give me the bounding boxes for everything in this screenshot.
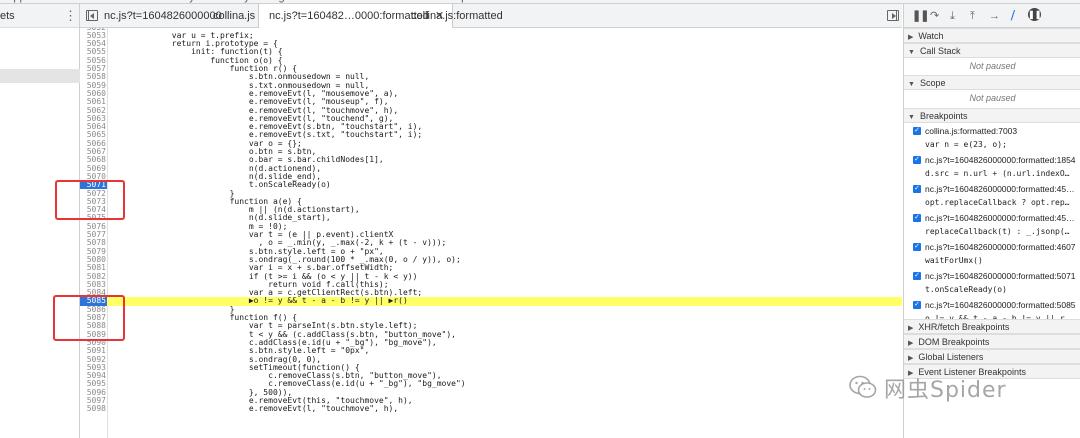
breakpoint-snippet[interactable]: opt.replaceCallback ? opt.rep…: [925, 198, 1070, 207]
editor-tab-bar: nc.js?t=1604826000000 collina.js nc.js?t…: [80, 4, 902, 29]
call-stack-not-paused: Not paused: [969, 61, 1016, 71]
expand-arrow-icon: ▶: [908, 355, 914, 362]
breakpoint-location[interactable]: collina.js:formatted:7003: [925, 126, 1017, 136]
breakpoint-snippet[interactable]: t.onScaleReady(o): [925, 285, 1007, 294]
breakpoint-snippet[interactable]: d.src = n.url + (n.url.indexO…: [925, 169, 1070, 178]
panel-tab[interactable]: EditThisCookie: [336, 0, 410, 3]
panel-tab[interactable]: Memory: [155, 0, 195, 3]
section-title: DOM Breakpoints: [918, 337, 990, 347]
breakpoint-location[interactable]: nc.js?t=1604826000000:formatted:4607: [925, 242, 1076, 252]
expand-arrow-icon: ▶: [908, 34, 914, 41]
wechat-logo-icon: [849, 375, 877, 398]
breakpoint-location[interactable]: nc.js?t=1604826000000:formatted:45…: [925, 213, 1075, 223]
section-title: Global Listeners: [918, 352, 984, 362]
breakpoint-snippet[interactable]: replaceCallback(t) : _.jsonp(…: [925, 227, 1070, 236]
navigator-label: ets: [0, 10, 15, 22]
step-into-icon[interactable]: ⤓: [950, 8, 955, 24]
section-title: XHR/fetch Breakpoints: [918, 322, 1010, 332]
more-options-icon[interactable]: ⋮: [64, 8, 77, 24]
tab-label: collina.js:formatted: [411, 10, 503, 22]
breakpoint-checkbox[interactable]: ✓: [913, 243, 921, 251]
breakpoint-location[interactable]: nc.js?t=1604826000000:formatted:1854: [925, 155, 1076, 165]
collapse-arrow-icon: ▼: [908, 81, 915, 88]
panel-tab[interactable]: Web Scraper: [413, 0, 477, 3]
section-title: Scope: [919, 78, 946, 88]
panel-tab[interactable]: Performance: [82, 0, 145, 3]
tab-collina-js[interactable]: collina.js: [213, 4, 255, 28]
xhr-breakpoints-section-header[interactable]: ▶ XHR/fetch Breakpoints: [904, 319, 1080, 334]
breakpoint-snippet[interactable]: var n = e(23, o);: [925, 140, 1007, 149]
section-title: Call Stack: [919, 46, 961, 56]
collapse-arrow-icon: ▼: [908, 114, 915, 121]
breakpoint-location[interactable]: nc.js?t=1604826000000:formatted:5071: [925, 271, 1076, 281]
code-text: e.removeEvt(l, "touchmove", h),: [114, 404, 399, 414]
watermark: 网虫Spider: [848, 368, 1058, 408]
debugger-toolbar: ❚❚ ↷ ⤓ ⤒ → ⧸ ❚❚: [904, 4, 1080, 28]
breakpoint-checkbox[interactable]: ✓: [913, 301, 921, 309]
breakpoint-checkbox[interactable]: ✓: [913, 185, 921, 193]
navigator-selected-item[interactable]: [0, 69, 80, 83]
expand-arrow-icon: ▶: [908, 340, 914, 347]
section-title: Watch: [918, 31, 944, 41]
breakpoint-checkbox[interactable]: ✓: [913, 272, 921, 280]
annotation-box-5085: [53, 295, 125, 341]
breakpoint-location[interactable]: nc.js?t=1604826000000:formatted:5085: [925, 300, 1076, 310]
step-over-icon[interactable]: ↷: [930, 8, 939, 24]
breakpoint-checkbox[interactable]: ✓: [913, 127, 921, 135]
code-editor[interactable]: 50525053 var u = t.prefix;5054 return i.…: [80, 28, 902, 438]
step-out-icon[interactable]: ⤒: [970, 8, 975, 24]
tab-label: nc.js?t=160482…0000:formatted: [269, 10, 429, 22]
dom-breakpoints-section-header[interactable]: ▶ DOM Breakpoints: [904, 334, 1080, 349]
tab-collina-js-formatted[interactable]: collina.js:formatted: [411, 4, 503, 28]
panel-tab[interactable]: Lighthouse: [270, 0, 324, 3]
step-icon[interactable]: →: [989, 8, 1000, 24]
line-number[interactable]: 5098: [80, 404, 107, 413]
breakpoint-location[interactable]: nc.js?t=1604826000000:formatted:45…: [925, 184, 1075, 194]
breakpoint-snippet[interactable]: waitForUmx(): [925, 256, 983, 265]
code-line[interactable]: 5098 e.removeEvt(l, "touchmove", h),: [80, 404, 902, 414]
deactivate-breakpoints-icon[interactable]: ⧸: [1011, 8, 1015, 24]
file-navigator: ets ⋮: [0, 4, 80, 438]
navigator-header: ets ⋮: [0, 4, 79, 28]
collapse-arrow-icon: ▼: [908, 49, 915, 56]
panel-tab[interactable]: Application: [6, 0, 60, 3]
scope-not-paused: Not paused: [969, 93, 1016, 103]
breakpoints-section-header[interactable]: ▼ Breakpoints: [904, 108, 1080, 123]
toggle-navigator-icon[interactable]: [86, 10, 98, 21]
global-listeners-section-header[interactable]: ▶ Global Listeners: [904, 349, 1080, 364]
expand-arrow-icon: ▶: [908, 325, 914, 332]
tab-label: collina.js: [213, 10, 256, 22]
watch-section-header[interactable]: ▶ Watch: [904, 28, 1080, 43]
tab-nc-js[interactable]: nc.js?t=1604826000000: [104, 4, 222, 28]
breakpoint-checkbox[interactable]: ✓: [913, 214, 921, 222]
pause-on-exceptions-icon[interactable]: ❚❚: [1028, 8, 1041, 21]
scope-section-header[interactable]: ▼ Scope: [904, 75, 1080, 90]
breakpoint-checkbox[interactable]: ✓: [913, 156, 921, 164]
panel-tab[interactable]: Security: [210, 0, 250, 3]
tab-label: nc.js?t=1604826000000: [104, 10, 222, 22]
call-stack-section-header[interactable]: ▼ Call Stack: [904, 43, 1080, 58]
pause-icon[interactable]: ❚❚: [912, 8, 929, 24]
toggle-debugger-icon[interactable]: [887, 10, 899, 21]
section-title: Breakpoints: [919, 111, 968, 121]
watermark-text: 网虫Spider: [884, 378, 1007, 403]
annotation-box-5071: [55, 180, 125, 220]
